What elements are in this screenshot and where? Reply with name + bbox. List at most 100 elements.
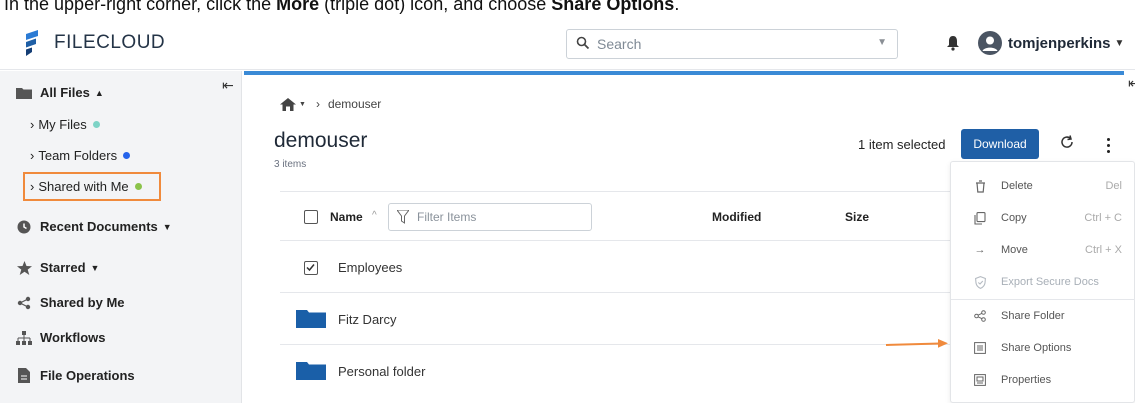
refresh-icon[interactable] <box>1060 135 1074 149</box>
sidebar-item-starred[interactable]: Starred ▼ <box>16 260 99 275</box>
menu-item-label: Properties <box>1001 374 1052 386</box>
sidebar-item-label: Starred <box>40 260 86 275</box>
table-row[interactable]: Fitz Darcy <box>280 295 960 345</box>
avatar-icon <box>978 31 1002 55</box>
table-row[interactable]: Personal folder <box>280 347 960 397</box>
username: tomjenperkins <box>1008 34 1111 52</box>
selection-status: 1 item selected <box>858 137 946 152</box>
instruction-prefix: In the upper-right corner, click the <box>4 0 277 14</box>
collapse-right-panel-icon[interactable]: ⇤ <box>1128 75 1135 92</box>
sidebar-item-label: All Files <box>40 85 90 100</box>
row-name[interactable]: Employees <box>338 260 402 275</box>
sidebar-item-recent-documents[interactable]: Recent Documents ▼ <box>16 219 172 234</box>
sort-up-icon[interactable]: ^ <box>372 210 377 221</box>
search-box[interactable]: ▼ <box>566 29 898 59</box>
menu-item-label: Move <box>1001 244 1028 256</box>
menu-item-move[interactable]: → Move Ctrl + X <box>951 234 1135 266</box>
caret-down-icon: ▼ <box>162 221 172 232</box>
shield-check-icon <box>973 275 987 289</box>
table-header: Name ^ Modified Size <box>280 191 960 241</box>
menu-item-export-secure-docs: Export Secure Docs <box>951 266 1135 298</box>
star-icon <box>16 260 32 275</box>
item-count: 3 items <box>274 159 307 170</box>
sidebar-item-label: Team Folders <box>38 148 118 163</box>
menu-item-delete[interactable]: Delete Del <box>951 170 1135 202</box>
chevron-right-icon: › <box>315 97 320 111</box>
column-name[interactable]: Name <box>330 210 363 224</box>
trash-icon <box>973 179 987 193</box>
column-size[interactable]: Size <box>845 210 869 224</box>
menu-item-shortcut: Ctrl + C <box>1084 212 1122 224</box>
row-name[interactable]: Fitz Darcy <box>338 312 397 327</box>
sidebar-item-all-files[interactable]: All Files ▲ <box>16 85 104 100</box>
table-row[interactable]: Employees <box>280 243 960 293</box>
list-icon <box>973 342 987 354</box>
annotation-arrow-icon <box>885 339 948 348</box>
properties-icon <box>973 374 987 386</box>
menu-item-copy[interactable]: Copy Ctrl + C <box>951 202 1135 234</box>
sidebar-item-team-folders[interactable]: › Team Folders <box>30 148 131 163</box>
menu-item-share-options[interactable]: Share Options <box>951 332 1135 364</box>
caret-down-icon[interactable]: ▼ <box>299 101 306 108</box>
download-button[interactable]: Download <box>961 129 1039 159</box>
arrow-right-icon: → <box>974 244 986 256</box>
sidebar: ⇤ All Files ▲ › My Files › Team Folders … <box>0 71 242 403</box>
status-dot <box>92 121 100 128</box>
caret-down-icon: ▼ <box>90 262 100 273</box>
user-menu[interactable]: tomjenperkins ▼ <box>978 31 1124 55</box>
row-checkbox[interactable] <box>304 261 318 275</box>
status-dot <box>123 152 131 159</box>
chevron-down-icon[interactable]: ▼ <box>877 37 887 48</box>
sidebar-item-workflows[interactable]: Workflows <box>16 330 106 345</box>
select-all-checkbox[interactable] <box>304 210 318 224</box>
menu-item-shortcut: Del <box>1105 180 1122 192</box>
menu-item-label: Export Secure Docs <box>1001 276 1099 288</box>
highlight-box <box>23 172 161 201</box>
instruction-more: More <box>276 0 320 14</box>
instruction-middle: (triple dot) icon, and choose <box>319 0 552 14</box>
search-input[interactable] <box>597 35 857 53</box>
progress-bar <box>244 71 1124 75</box>
menu-item-properties[interactable]: Properties <box>951 364 1135 396</box>
workflow-icon <box>16 330 32 345</box>
menu-item-share-folder[interactable]: Share Folder <box>951 300 1135 332</box>
breadcrumb-item[interactable]: demouser <box>328 97 381 111</box>
sidebar-item-my-files[interactable]: › My Files <box>30 117 100 132</box>
logo-text: FILECLOUD <box>54 32 166 53</box>
sidebar-item-label: File Operations <box>40 368 135 383</box>
more-options-icon[interactable] <box>1096 131 1120 159</box>
filecloud-logo-icon <box>26 30 38 56</box>
clock-icon <box>16 220 32 234</box>
context-menu: Delete Del Copy Ctrl + C → Move Ctrl + X… <box>950 161 1135 403</box>
home-icon[interactable] <box>280 97 296 111</box>
sidebar-item-label: Shared by Me <box>40 295 125 310</box>
sidebar-item-label: Recent Documents <box>40 219 158 234</box>
instruction-share-options: Share Options <box>551 0 675 14</box>
filecloud-logo[interactable]: FILECLOUD <box>24 30 165 56</box>
column-modified[interactable]: Modified <box>712 210 761 224</box>
chevron-down-icon: ▼ <box>1114 37 1125 49</box>
menu-item-label: Delete <box>1001 180 1033 192</box>
filter-input[interactable] <box>417 209 587 225</box>
filter-box[interactable] <box>388 203 592 231</box>
filter-icon <box>397 210 409 224</box>
caret-up-icon: ▲ <box>94 87 104 98</box>
page-title: demouser <box>274 129 368 152</box>
copy-icon <box>973 211 987 225</box>
sidebar-item-label: My Files <box>38 117 87 132</box>
instruction-text: In the upper-right corner, click the Mor… <box>4 0 679 15</box>
sidebar-item-label: Workflows <box>40 330 106 345</box>
folder-icon <box>296 362 326 380</box>
collapse-sidebar-icon[interactable]: ⇤ <box>222 77 234 94</box>
menu-item-shortcut: Ctrl + X <box>1085 244 1122 256</box>
row-name[interactable]: Personal folder <box>338 364 425 379</box>
menu-item-label: Share Options <box>1001 342 1072 354</box>
sidebar-item-file-operations[interactable]: File Operations <box>16 368 135 383</box>
share-icon <box>973 310 987 322</box>
sidebar-item-shared-by-me[interactable]: Shared by Me <box>16 295 125 310</box>
bell-icon[interactable] <box>946 35 960 51</box>
chevron-right-icon: › <box>30 117 35 132</box>
menu-item-label: Copy <box>1001 212 1027 224</box>
instruction-suffix: . <box>674 0 680 14</box>
search-icon <box>576 36 590 50</box>
